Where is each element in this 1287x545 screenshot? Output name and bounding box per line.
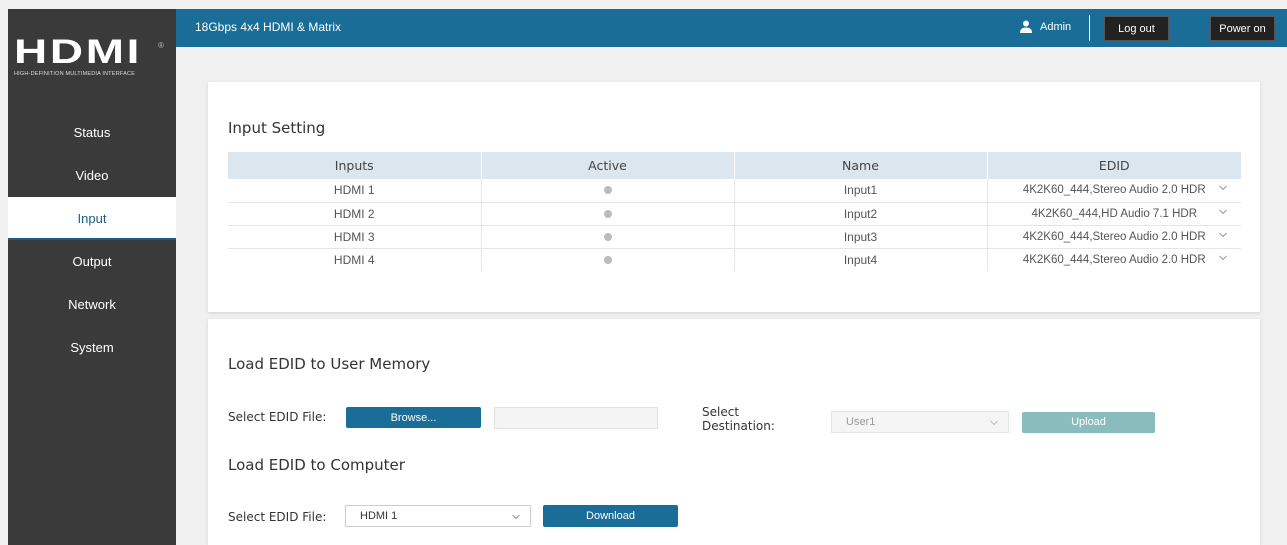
load-user-memory-title: Load EDID to User Memory xyxy=(228,355,431,373)
edid-file-value: HDMI 1 xyxy=(360,510,398,522)
edid-select[interactable]: 4K2K60_444,Stereo Audio 2.0 HDR xyxy=(987,225,1241,249)
top-bar: 18Gbps 4x4 HDMI & Matrix Admin Log out P… xyxy=(176,9,1287,47)
edid-value: 4K2K60_444,Stereo Audio 2.0 HDR xyxy=(1022,253,1206,266)
logo-word: HDMI xyxy=(14,33,143,71)
select-destination-label: Select Destination: xyxy=(702,405,775,433)
input-table: Inputs Active Name EDID HDMI 1 Input1 4K… xyxy=(228,152,1241,271)
load-computer-title: Load EDID to Computer xyxy=(228,456,405,474)
input-label: HDMI 3 xyxy=(228,225,482,249)
input-setting-panel: Input Setting Inputs Active Name EDID HD… xyxy=(208,82,1260,312)
column-header-inputs: Inputs xyxy=(228,152,482,179)
hdmi-logo: HDMI ® HIGH-DEFINITION MULTIMEDIA INTERF… xyxy=(8,9,176,83)
logout-button[interactable]: Log out xyxy=(1104,16,1169,41)
input-name[interactable]: Input3 xyxy=(734,225,988,249)
chevron-down-icon xyxy=(512,514,520,520)
edid-value: 4K2K60_444,Stereo Audio 2.0 HDR xyxy=(1022,184,1206,197)
input-name[interactable]: Input1 xyxy=(734,179,988,203)
sidebar-item-input[interactable]: Input xyxy=(8,197,176,240)
load-edid-panel: Load EDID to User Memory Select EDID Fil… xyxy=(208,319,1260,545)
active-cell xyxy=(481,248,735,271)
user-name: Admin xyxy=(1040,21,1072,33)
edid-select[interactable]: 4K2K60_444,HD Audio 7.1 HDR xyxy=(987,202,1241,226)
sidebar: HDMI ® HIGH-DEFINITION MULTIMEDIA INTERF… xyxy=(8,9,176,545)
sidebar-item-video[interactable]: Video xyxy=(8,154,176,197)
input-setting-title: Input Setting xyxy=(228,119,326,137)
active-indicator xyxy=(603,255,612,264)
sidebar-item-network[interactable]: Network xyxy=(8,283,176,326)
sidebar-item-system[interactable]: System xyxy=(8,326,176,369)
chevron-down-icon xyxy=(1219,232,1227,237)
column-header-edid: EDID xyxy=(987,152,1241,179)
file-name-field[interactable] xyxy=(494,407,658,429)
user-icon xyxy=(1020,20,1032,33)
chevron-down-icon xyxy=(1219,255,1227,260)
destination-value: User1 xyxy=(846,416,876,428)
destination-select[interactable]: User1 xyxy=(831,411,1009,433)
input-name[interactable]: Input4 xyxy=(734,248,988,271)
active-indicator xyxy=(603,186,612,195)
edid-select[interactable]: 4K2K60_444,Stereo Audio 2.0 HDR xyxy=(987,248,1241,271)
chevron-down-icon xyxy=(1219,185,1227,191)
input-label: HDMI 2 xyxy=(228,202,482,226)
sidebar-item-output[interactable]: Output xyxy=(8,240,176,283)
table-row: HDMI 3 Input3 4K2K60_444,Stereo Audio 2.… xyxy=(228,225,1241,249)
select-edid-file-label: Select EDID File: xyxy=(228,410,327,424)
sidebar-nav: Status Video Input Output Network System xyxy=(8,111,176,369)
sidebar-item-status[interactable]: Status xyxy=(8,111,176,154)
table-row: HDMI 4 Input4 4K2K60_444,Stereo Audio 2.… xyxy=(228,248,1241,271)
logo-tagline: HIGH-DEFINITION MULTIMEDIA INTERFACE xyxy=(14,71,136,77)
input-label: HDMI 1 xyxy=(228,179,482,203)
edid-file-select[interactable]: HDMI 1 xyxy=(345,505,531,527)
select-destination-label-line2: Destination: xyxy=(702,419,775,433)
edid-select[interactable]: 4K2K60_444,Stereo Audio 2.0 HDR xyxy=(987,179,1241,203)
header-divider xyxy=(1089,15,1090,41)
logo-registered-mark: ® xyxy=(158,41,164,50)
computer-select-edid-file-label: Select EDID File: xyxy=(228,510,327,524)
active-cell xyxy=(481,179,735,203)
edid-value: 4K2K60_444,Stereo Audio 2.0 HDR xyxy=(1022,230,1206,243)
active-indicator xyxy=(603,209,612,218)
chevron-down-icon xyxy=(1219,209,1227,214)
input-name[interactable]: Input2 xyxy=(734,202,988,226)
active-indicator xyxy=(603,232,612,241)
upload-button[interactable]: Upload xyxy=(1022,412,1155,433)
app-title: 18Gbps 4x4 HDMI & Matrix xyxy=(195,20,342,34)
select-destination-label-line1: Select xyxy=(702,405,740,419)
column-header-name: Name xyxy=(734,152,988,179)
download-button[interactable]: Download xyxy=(543,505,678,527)
power-button[interactable]: Power on xyxy=(1210,16,1275,41)
table-row: HDMI 1 Input1 4K2K60_444,Stereo Audio 2.… xyxy=(228,179,1241,203)
chevron-down-icon xyxy=(990,420,998,426)
active-cell xyxy=(481,202,735,226)
table-row: HDMI 2 Input2 4K2K60_444,HD Audio 7.1 HD… xyxy=(228,202,1241,226)
edid-value: 4K2K60_444,HD Audio 7.1 HDR xyxy=(1031,207,1198,220)
column-header-active: Active xyxy=(481,152,735,179)
active-cell xyxy=(481,225,735,249)
input-label: HDMI 4 xyxy=(228,248,482,271)
browse-button[interactable]: Browse... xyxy=(346,407,481,428)
